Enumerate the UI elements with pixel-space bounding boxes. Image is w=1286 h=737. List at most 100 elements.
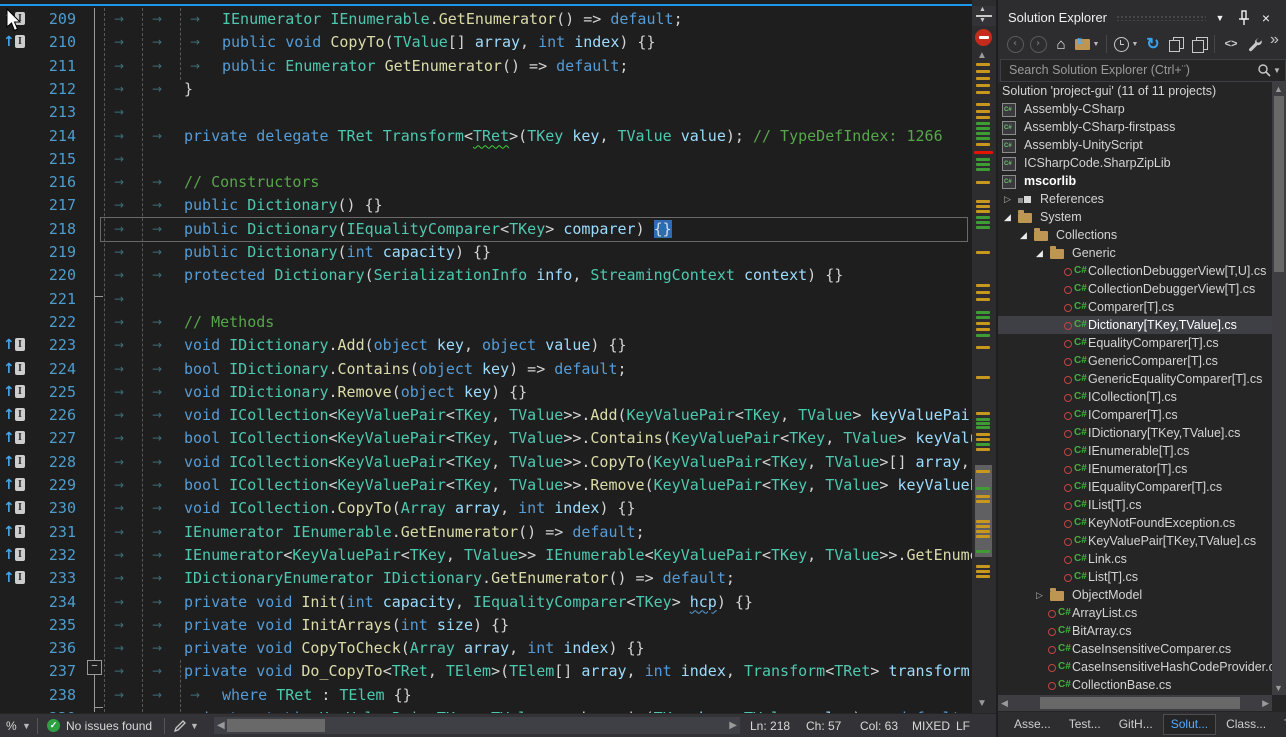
code-line[interactable]: →→bool ICollection<KeyValuePair<TKey, TV…	[0, 474, 972, 497]
refresh-icon[interactable]: ↻	[1142, 32, 1164, 56]
scroll-left-arrow-icon[interactable]: ◀	[1001, 695, 1008, 711]
tree-item[interactable]: Assembly-CSharp-firstpass	[998, 118, 1272, 136]
pin-icon[interactable]	[1234, 8, 1254, 28]
collapsed-arrow-icon[interactable]: ▷	[1036, 586, 1043, 604]
tree-item[interactable]: Assembly-UnityScript	[998, 136, 1272, 154]
document-health-icon[interactable]	[975, 29, 992, 46]
code-line[interactable]: →→public Dictionary(int capacity) {}	[0, 241, 972, 264]
tree-item[interactable]: C#KeyValuePair[TKey,TValue].cs	[998, 532, 1272, 550]
tree-item[interactable]: C#KeyNotFoundException.cs	[998, 514, 1272, 532]
tree-item[interactable]: C#CollectionBase.cs	[998, 676, 1272, 694]
tree-item[interactable]: C#IDictionary[TKey,TValue].cs	[998, 424, 1272, 442]
code-line[interactable]: →	[0, 101, 972, 124]
code-line[interactable]: →→private void Do_CopyTo<TRet, TElem>(TE…	[0, 660, 972, 683]
code-line[interactable]: →→→where TRet : TElem {}	[0, 684, 972, 707]
code-line[interactable]: →→bool ICollection<KeyValuePair<TKey, TV…	[0, 427, 972, 450]
tree-item[interactable]: C#IEqualityComparer[T].cs	[998, 478, 1272, 496]
forward-icon[interactable]: ›	[1027, 32, 1049, 56]
tree-item[interactable]: C#BitArray.cs	[998, 622, 1272, 640]
scroll-up-arrow-icon[interactable]: ▲	[1274, 84, 1283, 94]
scroll-down-arrow-icon[interactable]: ▼	[977, 698, 987, 709]
tree-item[interactable]: C#ICollection[T].cs	[998, 388, 1272, 406]
toolbar-overflow-icon[interactable]: »	[1270, 28, 1279, 52]
editor-gutter[interactable]: ↑I209↑I210211212213214215216217218219220…	[0, 0, 100, 713]
code-line[interactable]: →→IEnumerator IEnumerable.GetEnumerator(…	[0, 521, 972, 544]
scroll-left-arrow-icon[interactable]: ◀	[217, 717, 225, 734]
show-all-files-icon[interactable]	[1188, 32, 1210, 56]
code-line[interactable]: →→→public Enumerator GetEnumerator() => …	[0, 55, 972, 78]
panel-tab-gith[interactable]: GitH...	[1111, 714, 1161, 735]
tree-vertical-scrollbar[interactable]: ▲ ▼	[1272, 82, 1286, 695]
code-editor[interactable]: → →→IEnumerator IEnumerable.GetEnumerator…	[0, 0, 996, 737]
editor-vertical-scrollbar[interactable]: ▲ ▼ ▲ ▼	[972, 0, 996, 713]
code-line[interactable]: →→public Dictionary() {}	[0, 194, 972, 217]
scroll-down-arrow-icon[interactable]: ▼	[1274, 683, 1283, 693]
code-line[interactable]: →→void ICollection.CopyTo(Array array, i…	[0, 497, 972, 520]
panel-tab-tea[interactable]: Tea...	[1276, 714, 1286, 735]
code-line[interactable]: →→// Constructors	[0, 171, 972, 194]
search-box[interactable]: ▼	[1000, 59, 1286, 82]
properties-icon[interactable]	[1243, 32, 1265, 56]
close-icon[interactable]: ×	[1256, 8, 1276, 28]
code-line[interactable]: →→protected Dictionary(SerializationInfo…	[0, 264, 972, 287]
collapsed-arrow-icon[interactable]: ▷	[1004, 190, 1011, 208]
zoom-control[interactable]: %	[6, 714, 17, 737]
tree-item[interactable]: C#List[T].cs	[998, 568, 1272, 586]
tree-item[interactable]: C#CaseInsensitiveHashCodeProvider.cs	[998, 658, 1272, 676]
solution-tree[interactable]: Solution 'project-gui' (11 of 11 project…	[998, 82, 1272, 694]
tree-item[interactable]: C#IEnumerator[T].cs	[998, 460, 1272, 478]
panel-title-bar[interactable]: Solution Explorer ▼ ×	[998, 6, 1286, 30]
code-line[interactable]: →→}	[0, 78, 972, 101]
code-line[interactable]: →→void ICollection<KeyValuePair<TKey, TV…	[0, 451, 972, 474]
search-input[interactable]	[1007, 60, 1241, 81]
tree-item[interactable]: C#EqualityComparer[T].cs	[998, 334, 1272, 352]
view-code-icon[interactable]: <>	[1220, 32, 1242, 56]
tree-item[interactable]: C#Link.cs	[998, 550, 1272, 568]
code-line[interactable]: →→private void Init(int capacity, IEqual…	[0, 591, 972, 614]
code-line[interactable]: →→private void InitArrays(int size) {}	[0, 614, 972, 637]
panel-tab-asse[interactable]: Asse...	[1006, 714, 1059, 735]
code-line[interactable]: →→→IEnumerator IEnumerable.GetEnumerator…	[0, 8, 972, 31]
code-line[interactable]: →→private void CopyToCheck(Array array, …	[0, 637, 972, 660]
panel-tab-class[interactable]: Class...	[1218, 714, 1274, 735]
code-line[interactable]: →→bool IDictionary.Contains(object key) …	[0, 358, 972, 381]
collapse-region-button[interactable]: −	[87, 660, 102, 675]
code-line[interactable]: →→→public void CopyTo(TValue[] array, in…	[0, 31, 972, 54]
code-line[interactable]: →→void ICollection<KeyValuePair<TKey, TV…	[0, 404, 972, 427]
pending-filter-icon[interactable]: ▼	[1112, 32, 1140, 56]
tree-item[interactable]: C#Dictionary[TKey,TValue].cs	[998, 316, 1272, 334]
window-position-dropdown-icon[interactable]: ▼	[1210, 8, 1230, 28]
tree-item[interactable]: C#ArrayList.cs	[998, 604, 1272, 622]
tree-item[interactable]: ▷References	[998, 190, 1272, 208]
tree-item[interactable]: Assembly-CSharp	[998, 100, 1272, 118]
code-line[interactable]: →→// Methods	[0, 311, 972, 334]
search-icon[interactable]	[1257, 63, 1271, 77]
expanded-arrow-icon[interactable]: ◢	[1020, 226, 1027, 244]
collapse-all-icon[interactable]	[1165, 32, 1187, 56]
scroll-up-arrow-icon[interactable]: ▲	[977, 50, 987, 61]
panel-tab-solut[interactable]: Solut...	[1163, 714, 1216, 735]
expanded-arrow-icon[interactable]: ◢	[1004, 208, 1011, 226]
tree-item[interactable]: ◢Collections	[998, 226, 1272, 244]
split-editor-handle-icon[interactable]: ▲ ▼	[972, 6, 996, 26]
switch-views-icon[interactable]: ⇅▼	[1073, 32, 1101, 56]
scrollbar-thumb[interactable]	[227, 719, 325, 732]
scroll-right-arrow-icon[interactable]: ▶	[1262, 695, 1269, 711]
tree-item[interactable]: C#GenericEqualityComparer[T].cs	[998, 370, 1272, 388]
tree-horizontal-scrollbar[interactable]: ◀ ▶	[998, 695, 1272, 711]
code-line[interactable]: →→IEnumerator<KeyValuePair<TKey, TValue>…	[0, 544, 972, 567]
scrollbar-thumb[interactable]	[975, 465, 992, 557]
editor-horizontal-scrollbar[interactable]: ◀ ▶	[214, 717, 740, 734]
scrollbar-thumb[interactable]	[1040, 697, 1240, 709]
tree-item[interactable]: C#Comparer[T].cs	[998, 298, 1272, 316]
tree-item[interactable]: ◢System	[998, 208, 1272, 226]
expanded-arrow-icon[interactable]: ◢	[1036, 244, 1043, 262]
tree-item[interactable]: mscorlib	[998, 172, 1272, 190]
code-line[interactable]: →	[0, 148, 972, 171]
tree-item[interactable]: Solution 'project-gui' (11 of 11 project…	[998, 82, 1272, 100]
marker-pen-icon[interactable]	[173, 719, 187, 733]
code-line[interactable]: →→void IDictionary.Remove(object key) {}	[0, 381, 972, 404]
scroll-right-arrow-icon[interactable]: ▶	[729, 717, 737, 734]
code-area[interactable]: → →→IEnumerator IEnumerable.GetEnumerator…	[0, 0, 972, 713]
tree-item[interactable]: C#CollectionDebuggerView[T,U].cs	[998, 262, 1272, 280]
